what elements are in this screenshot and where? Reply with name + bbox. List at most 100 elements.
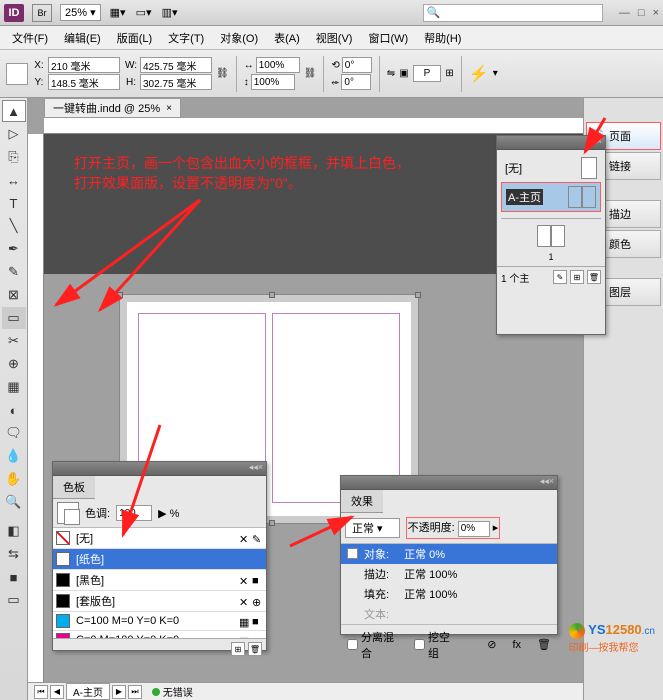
scale-y-input[interactable] (251, 74, 295, 90)
bridge-badge[interactable]: Br (32, 4, 52, 22)
panel-collapse-icon[interactable]: ◂◂ (249, 462, 258, 475)
opacity-input[interactable] (458, 521, 490, 537)
knockout-checkbox[interactable]: 挖空组 (414, 629, 455, 661)
paragraph-style[interactable]: P (413, 65, 442, 82)
close-button[interactable]: × (653, 7, 659, 19)
fx-menu-icon[interactable]: fx (512, 639, 521, 651)
swatch-row-none[interactable]: [无] ✕✎ (53, 528, 266, 549)
ruler-horizontal[interactable] (44, 118, 583, 134)
rect-frame-tool[interactable]: ⊠ (2, 284, 26, 306)
panel-close-icon[interactable]: × (549, 476, 554, 489)
delete-swatch-icon[interactable]: 🗑 (248, 642, 262, 656)
swap-fill-icon[interactable]: ⇆ (2, 543, 26, 565)
maximize-button[interactable]: □ (638, 7, 645, 19)
blend-mode-select[interactable]: 正常 ▾ (345, 518, 400, 538)
eyedropper-tool[interactable]: 💧 (2, 445, 26, 467)
tint-input[interactable] (116, 505, 152, 521)
menu-table[interactable]: 表(A) (268, 28, 306, 48)
rotate-input[interactable] (342, 57, 372, 73)
fill-stroke-proxy[interactable] (57, 502, 79, 524)
scissors-tool[interactable]: ✂ (2, 330, 26, 352)
ruler-vertical[interactable] (28, 134, 44, 682)
menu-object[interactable]: 对象(O) (214, 28, 264, 48)
ref-point-icon[interactable] (6, 63, 28, 85)
menu-window[interactable]: 窗口(W) (362, 28, 414, 48)
swatch-row-registration[interactable]: [套版色] ✕⊕ (53, 591, 266, 612)
last-page-icon[interactable]: ⏭ (128, 685, 142, 699)
menu-edit[interactable]: 编辑(E) (58, 28, 107, 48)
handle[interactable] (117, 292, 123, 298)
page-1-thumb[interactable] (537, 225, 565, 247)
menu-layout[interactable]: 版面(L) (111, 28, 158, 48)
effects-panel[interactable]: ◂◂ × 效果 正常 ▾ 不透明度: ▸ ✓ 对象: 正常 0% 描边: 正常 … (340, 475, 558, 635)
constrain-scale-icon[interactable]: ⛓ (304, 68, 317, 79)
pages-panel[interactable]: ◂◂ × [无] A-主页 1 1 个主 ✎ ⊞ 🗑 (496, 135, 606, 335)
swatch-row-paper[interactable]: [纸色] (53, 549, 266, 570)
new-page-icon[interactable]: ⊞ (570, 270, 584, 284)
new-swatch-icon[interactable]: ⊞ (231, 642, 245, 656)
prev-page-icon[interactable]: ◀ (50, 685, 64, 699)
menu-file[interactable]: 文件(F) (6, 28, 54, 48)
zoom-tool[interactable]: 🔍 (2, 491, 26, 513)
fx-object-row[interactable]: ✓ 对象: 正常 0% (341, 544, 557, 564)
panel-close-icon[interactable]: × (597, 136, 602, 149)
constrain-icon[interactable]: ⛓ (216, 68, 229, 79)
menu-help[interactable]: 帮助(H) (418, 28, 467, 48)
menu-type[interactable]: 文字(T) (162, 28, 210, 48)
page-field[interactable]: A-主页 (66, 683, 110, 700)
w-input[interactable] (140, 57, 212, 73)
delete-page-icon[interactable]: 🗑 (587, 270, 601, 284)
minimize-button[interactable]: — (619, 7, 630, 19)
isolate-checkbox[interactable]: 分离混合 (347, 629, 398, 661)
view-options-icon[interactable]: ▦▾ (109, 4, 127, 22)
screen-mode-tool[interactable]: ▭ (2, 589, 26, 611)
h-input[interactable] (140, 74, 212, 90)
panel-close-icon[interactable]: × (258, 462, 263, 475)
fx-stroke-row[interactable]: 描边: 正常 100% (341, 564, 557, 584)
flip-h-icon[interactable]: ⇋ (387, 68, 395, 79)
panel-collapse-icon[interactable]: ◂◂ (588, 136, 597, 149)
menu-view[interactable]: 视图(V) (310, 28, 359, 48)
line-tool[interactable]: ╲ (2, 215, 26, 237)
control-menu-icon[interactable]: ▾ (493, 68, 498, 79)
fx-fill-row[interactable]: 填充: 正常 100% (341, 584, 557, 604)
type-tool[interactable]: T (2, 192, 26, 214)
select-container-icon[interactable]: ▣ (399, 68, 408, 79)
swatch-row-black[interactable]: [黑色] ✕■ (53, 570, 266, 591)
gradient-feather-tool[interactable]: ◐ (2, 399, 26, 421)
quick-apply-icon[interactable]: ⚡ (469, 64, 489, 84)
delete-fx-icon[interactable]: 🗑 (537, 638, 551, 651)
next-page-icon[interactable]: ▶ (112, 685, 126, 699)
apply-color-icon[interactable]: ■ (2, 566, 26, 588)
hand-tool[interactable]: ✋ (2, 468, 26, 490)
y-input[interactable] (48, 74, 120, 90)
swatches-panel[interactable]: ◂◂ × 色板 色调: ▶ % [无] ✕✎ [纸色] [黑色] ✕■ [套版色… (52, 461, 267, 651)
master-a-row[interactable]: A-主页 (501, 182, 601, 212)
scale-x-input[interactable] (256, 57, 300, 73)
gradient-tool[interactable]: ▦ (2, 376, 26, 398)
pen-tool[interactable]: ✒ (2, 238, 26, 260)
swatch-row-magenta[interactable]: C=0 M=100 Y=0 K=0 ▦■ (53, 631, 266, 638)
fit-icon[interactable]: ⊞ (445, 68, 453, 79)
fill-stroke-icon[interactable]: ◧ (2, 520, 26, 542)
arrange-icon[interactable]: ▥▾ (161, 4, 179, 22)
transform-tool[interactable]: ⊕ (2, 353, 26, 375)
page-tool[interactable]: ⎘ (2, 146, 26, 168)
effects-tab[interactable]: 效果 (341, 490, 383, 513)
document-tab[interactable]: 一键转曲.indd @ 25% × (44, 98, 181, 118)
handle[interactable] (269, 292, 275, 298)
pencil-tool[interactable]: ✎ (2, 261, 26, 283)
selection-tool[interactable]: ▲ (2, 100, 26, 122)
direct-select-tool[interactable]: ▷ (2, 123, 26, 145)
panel-collapse-icon[interactable]: ◂◂ (540, 476, 549, 489)
clear-fx-icon[interactable]: ⊘ (487, 638, 496, 651)
rect-tool[interactable]: ▭ (2, 307, 26, 329)
swatch-row-cyan[interactable]: C=100 M=0 Y=0 K=0 ▦■ (53, 612, 266, 631)
edit-page-icon[interactable]: ✎ (553, 270, 567, 284)
gap-tool[interactable]: ↔ (2, 169, 26, 191)
swatches-tab[interactable]: 色板 (53, 476, 95, 499)
note-tool[interactable]: 🗨 (2, 422, 26, 444)
zoom-select[interactable]: 25% ▾ (60, 4, 101, 21)
first-page-icon[interactable]: ⏮ (34, 685, 48, 699)
search-input[interactable]: 🔍 (423, 4, 603, 22)
